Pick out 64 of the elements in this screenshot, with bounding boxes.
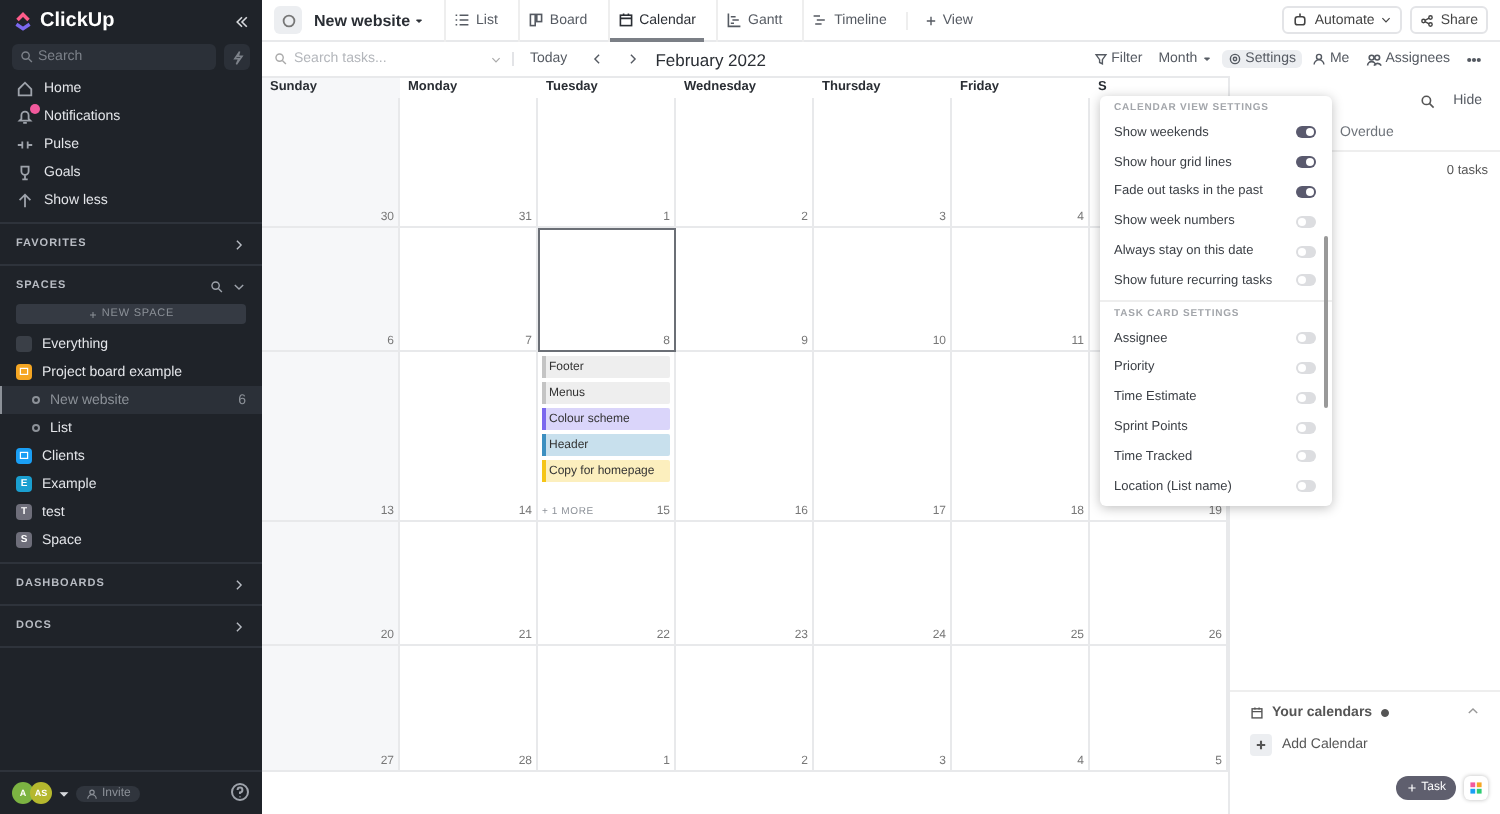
- lightning-button[interactable]: [224, 44, 250, 70]
- chevron-up-icon: [1466, 704, 1480, 718]
- chevron-right-icon: [232, 577, 246, 591]
- caret-down-icon: [58, 787, 70, 799]
- robot-icon: [1292, 12, 1309, 28]
- search-icon: [274, 52, 288, 66]
- toggle-switch[interactable]: [1296, 156, 1316, 169]
- app-logo[interactable]: ClickUp: [12, 10, 115, 32]
- list-dot-icon: [32, 424, 40, 432]
- plus-icon: [1254, 738, 1268, 752]
- caret-down-icon: [1201, 54, 1212, 64]
- chevron-left-icon: [589, 52, 604, 66]
- plus-icon: [924, 13, 939, 27]
- arrow-up-icon: [16, 191, 34, 209]
- plus-icon: [87, 309, 98, 319]
- list-dot-icon: [32, 396, 40, 404]
- plus-icon: [1405, 782, 1418, 794]
- person-icon: [1311, 52, 1326, 66]
- filter-icon: [1093, 52, 1108, 66]
- toggle-switch[interactable]: [1296, 480, 1316, 493]
- pulse-icon: [16, 135, 34, 153]
- gantt-icon: [726, 12, 743, 28]
- search-icon: [20, 50, 34, 64]
- search-icon: [210, 279, 224, 293]
- apps-grid-icon: [1468, 780, 1484, 796]
- board-icon: [527, 12, 544, 28]
- toggle-switch[interactable]: [1296, 126, 1316, 139]
- share-icon: [1420, 13, 1435, 27]
- timeline-icon: [812, 12, 829, 28]
- chevron-down-icon: [232, 279, 246, 293]
- grid-icon: [16, 336, 32, 352]
- list-icon: [454, 12, 471, 28]
- toggle-switch[interactable]: [1296, 215, 1316, 228]
- month-title: February 2022: [655, 49, 766, 69]
- toggle-switch[interactable]: [1296, 361, 1316, 374]
- toggle-switch[interactable]: [1296, 391, 1316, 404]
- toggle-switch[interactable]: [1296, 421, 1316, 434]
- search-icon: [1419, 93, 1436, 109]
- chevron-right-icon: [232, 237, 246, 251]
- toggle-switch[interactable]: [1296, 274, 1316, 287]
- list-title[interactable]: New website: [314, 11, 425, 29]
- chevron-down-icon: [490, 53, 502, 65]
- toggle-switch[interactable]: [1296, 185, 1316, 198]
- toggle-switch[interactable]: [1296, 332, 1316, 345]
- collapse-icon: [234, 13, 250, 29]
- apps-button[interactable]: [1464, 776, 1488, 800]
- chevron-down-icon: [1380, 14, 1393, 26]
- settings-icon: [1227, 52, 1242, 66]
- chevron-right-icon: [232, 619, 246, 633]
- calendar-icon: [617, 12, 634, 28]
- logo-icon: [12, 10, 34, 32]
- chevron-right-icon: [625, 52, 640, 66]
- toggle-switch[interactable]: [1296, 450, 1316, 463]
- people-icon: [1365, 51, 1382, 67]
- lightning-icon: [229, 49, 245, 65]
- help-icon: [230, 781, 250, 801]
- space-settings-button[interactable]: [274, 6, 302, 34]
- person-icon: [86, 787, 98, 799]
- trophy-icon: [16, 163, 34, 181]
- caret-down-icon: [414, 15, 425, 25]
- calendar-icon: [1250, 706, 1264, 720]
- bell-icon: [16, 107, 34, 125]
- home-icon: [16, 79, 34, 97]
- toggle-switch[interactable]: [1296, 245, 1316, 258]
